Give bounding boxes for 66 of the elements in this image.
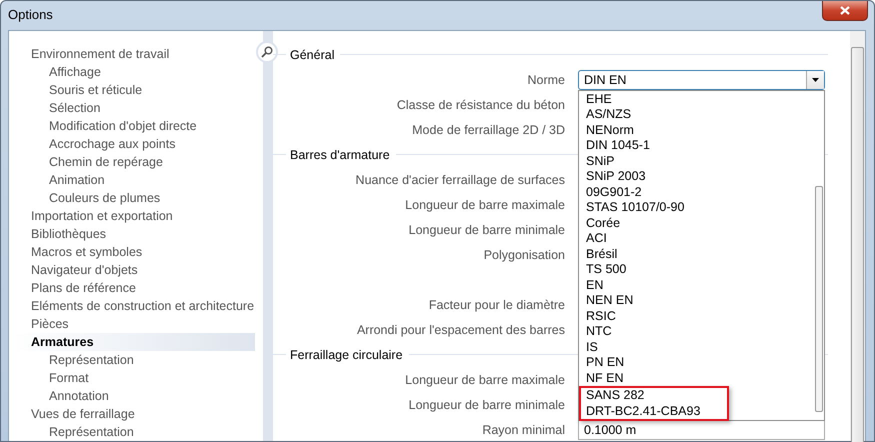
search-button[interactable]	[256, 41, 278, 63]
sidebar-item[interactable]: Animation	[9, 171, 255, 189]
dropdown-option[interactable]: NENorm	[579, 122, 814, 138]
dropdown-option[interactable]: SNiP	[579, 154, 814, 169]
field-label: Arrondi pour l'espacement des barres	[356, 322, 565, 336]
sidebar-item[interactable]: Plans de référence	[9, 279, 255, 297]
caret-icon	[812, 78, 819, 82]
dropdown-option[interactable]: TS 500	[579, 262, 814, 278]
sidebar-item[interactable]: Annotation	[9, 387, 255, 405]
field-label: Longueur de barre minimale	[408, 222, 565, 236]
dropdown-option[interactable]: DIN 1045-1	[579, 138, 814, 154]
sidebar-item[interactable]: Environnement de travail	[9, 45, 255, 63]
dropdown-option[interactable]: RSIC	[579, 308, 814, 324]
dropdown-option[interactable]: IS	[579, 340, 814, 355]
field-label: Nuance d'acier ferraillage de surfaces	[354, 172, 565, 186]
sidebar-item[interactable]: Représentation	[9, 423, 255, 441]
field-label: Classe de résistance du béton	[396, 98, 565, 112]
sidebar-item[interactable]: Eléments de construction et architecture	[9, 297, 255, 315]
field-label: Rayon minimal	[481, 422, 565, 436]
sidebar-item[interactable]: Importation et exportation	[9, 207, 255, 225]
sidebar-item[interactable]: Affichage	[9, 63, 255, 81]
field-label: Norme	[526, 72, 565, 86]
field-label: Facteur pour le diamètre	[428, 298, 565, 312]
dropdown-option[interactable]: NF EN	[579, 370, 814, 386]
input-field[interactable]: 0.1000 m	[578, 420, 825, 440]
sidebar-item[interactable]: Couleurs de plumes	[9, 189, 255, 207]
dropdown-option[interactable]: AS/NZS	[579, 107, 814, 122]
search-icon	[261, 46, 273, 58]
section-title: Barres d'armature	[290, 148, 390, 162]
sidebar-item[interactable]: Navigateur d'objets	[9, 261, 255, 279]
sidebar-item[interactable]: Vues de ferraillage	[9, 405, 255, 423]
sidebar-item[interactable]: Représentation	[9, 351, 255, 369]
dropdown-option[interactable]: NTC	[579, 324, 814, 340]
sidebar-item[interactable]: Chemin de repérage	[9, 153, 255, 171]
field-label: Longueur de barre maximale	[404, 372, 565, 386]
dropdown-option[interactable]: Brésil	[579, 246, 814, 262]
field-label: Longueur de barre minimale	[408, 398, 565, 412]
norm-dropdown[interactable]: DIN EN	[578, 70, 825, 90]
scrollbar[interactable]	[850, 31, 865, 441]
sidebar-item[interactable]: Accrochage aux points	[9, 135, 255, 153]
dropdown-option[interactable]: EHE	[579, 92, 814, 107]
sidebar-item[interactable]: Pièces	[9, 315, 255, 333]
sidebar-item[interactable]: Souris et réticule	[9, 81, 255, 99]
dropdown-option[interactable]: STAS 10107/0-90	[579, 200, 814, 216]
dropdown-option[interactable]: SANS 282	[581, 388, 727, 404]
sidebar-item[interactable]: Format	[9, 369, 255, 387]
sidebar-item[interactable]: Modification d'objet directe	[9, 117, 255, 135]
dropdown-option[interactable]: SNiP 2003	[579, 169, 814, 184]
dropdown-option[interactable]: DRT-BC2.41-CBA93	[581, 404, 727, 419]
dropdown-option[interactable]: EN	[579, 278, 814, 293]
sidebar-item[interactable]: Sélection	[9, 99, 255, 117]
sidebar-item[interactable]: Bibliothèques	[9, 225, 255, 243]
section-title: Ferraillage circulaire	[290, 348, 403, 362]
field-label: Polygonisation	[482, 248, 565, 262]
dropdown-option[interactable]: NEN EN	[579, 293, 814, 308]
section-title: Général	[290, 48, 334, 62]
dropdown-option[interactable]: Corée	[579, 216, 814, 231]
dropdown-option[interactable]: 09G901-2	[579, 184, 814, 200]
dropdown-option[interactable]: PN EN	[579, 355, 814, 370]
sidebar-item[interactable]: Macros et symboles	[9, 243, 255, 261]
close-icon	[840, 6, 850, 15]
dropdown-option[interactable]: ACI	[579, 231, 814, 246]
close-button[interactable]	[822, 1, 868, 21]
field-label: Longueur de barre maximale	[404, 198, 565, 212]
field-label: Mode de ferraillage 2D / 3D	[411, 122, 565, 136]
window-title: Options	[8, 7, 53, 22]
